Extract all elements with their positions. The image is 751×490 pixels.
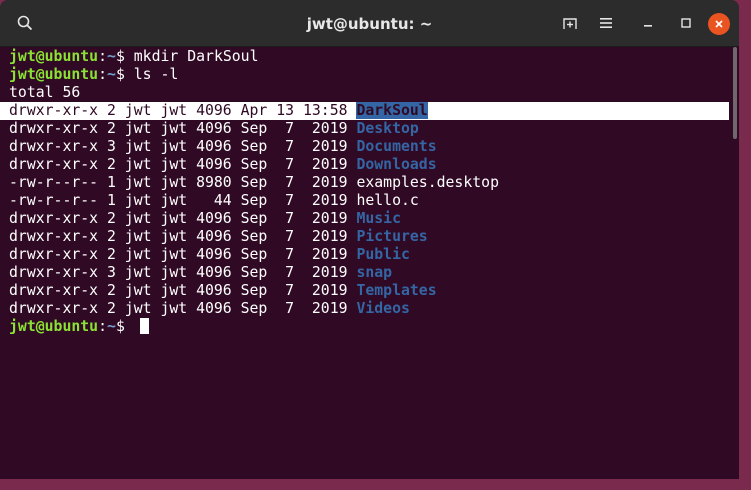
prompt-path: ~ bbox=[107, 66, 116, 83]
command-text: ls -l bbox=[133, 66, 179, 83]
prompt-separator: : bbox=[98, 48, 108, 65]
file-meta: drwxr-xr-x 2 jwt jwt 4096 Sep 7 2019 bbox=[9, 246, 357, 263]
text-cursor bbox=[139, 318, 149, 334]
file-meta: drwxr-xr-x 3 jwt jwt 4096 Sep 7 2019 bbox=[9, 264, 357, 281]
prompt-user: jwt@ubuntu bbox=[9, 318, 99, 335]
file-meta: drwxr-xr-x 2 jwt jwt 4096 Sep 7 2019 bbox=[9, 282, 357, 299]
listing-row[interactable]: -rw-r--r-- 1 jwt jwt 8980 Sep 7 2019 exa… bbox=[9, 174, 719, 192]
listing-row[interactable]: drwxr-xr-x 3 jwt jwt 4096 Sep 7 2019 Doc… bbox=[9, 138, 719, 156]
menu-button[interactable] bbox=[592, 9, 620, 37]
window-title: jwt@ubuntu: ~ bbox=[306, 15, 433, 33]
prompt-path: ~ bbox=[107, 48, 116, 65]
file-name: snap bbox=[356, 264, 393, 281]
file-name: Pictures bbox=[356, 228, 428, 245]
listing-row[interactable]: drwxr-xr-x 2 jwt jwt 4096 Sep 7 2019 Dow… bbox=[9, 156, 719, 174]
new-tab-icon bbox=[563, 18, 577, 29]
close-button[interactable] bbox=[708, 13, 730, 35]
listing-row[interactable]: drwxr-xr-x 2 jwt jwt 4096 Sep 7 2019 Des… bbox=[9, 120, 719, 138]
prompt-separator: : bbox=[98, 66, 108, 83]
listing-row[interactable]: drwxr-xr-x 3 jwt jwt 4096 Sep 7 2019 sna… bbox=[9, 264, 719, 282]
prompt-user: jwt@ubuntu bbox=[9, 66, 99, 83]
file-name: Documents bbox=[356, 138, 437, 155]
maximize-icon bbox=[681, 18, 691, 28]
listing-row[interactable]: drwxr-xr-x 2 jwt jwt 4096 Sep 7 2019 Pic… bbox=[9, 228, 719, 246]
terminal-output[interactable]: jwt@ubuntu:~$ mkdir DarkSoul jwt@ubuntu:… bbox=[0, 48, 729, 479]
terminal-window: jwt@ubuntu: ~ jwt@ubuntu:~$ mkdir DarkSo… bbox=[0, 0, 739, 479]
file-meta: drwxr-xr-x 2 jwt jwt 4096 Apr 13 13:58 bbox=[9, 102, 357, 119]
prompt-sign: $ bbox=[115, 66, 134, 83]
file-name: Videos bbox=[356, 300, 410, 317]
file-name: Desktop bbox=[356, 120, 419, 137]
file-name: Public bbox=[356, 246, 410, 263]
prompt-sign: $ bbox=[115, 48, 134, 65]
file-name: Templates bbox=[356, 282, 437, 299]
file-meta: drwxr-xr-x 2 jwt jwt 4096 Sep 7 2019 bbox=[9, 228, 357, 245]
file-meta: drwxr-xr-x 2 jwt jwt 4096 Sep 7 2019 bbox=[9, 210, 357, 227]
file-meta: drwxr-xr-x 2 jwt jwt 4096 Sep 7 2019 bbox=[9, 300, 357, 317]
title-bar: jwt@ubuntu: ~ bbox=[0, 0, 739, 47]
file-meta: -rw-r--r-- 1 jwt jwt 44 Sep 7 2019 bbox=[9, 192, 357, 209]
scrollbar[interactable] bbox=[731, 47, 739, 479]
file-name: hello.c bbox=[356, 192, 419, 209]
listing-row[interactable]: -rw-r--r-- 1 jwt jwt 44 Sep 7 2019 hello… bbox=[9, 192, 719, 210]
total-line: total 56 bbox=[9, 84, 81, 101]
prompt-line[interactable]: jwt@ubuntu:~$ bbox=[9, 318, 719, 336]
scrollbar-thumb[interactable] bbox=[733, 47, 737, 139]
prompt-user: jwt@ubuntu bbox=[9, 48, 99, 65]
prompt-separator: : bbox=[98, 318, 108, 335]
new-tab-button[interactable] bbox=[556, 9, 584, 37]
listing-row[interactable]: drwxr-xr-x 2 jwt jwt 4096 Sep 7 2019 Pub… bbox=[9, 246, 719, 264]
listing-row[interactable]: drwxr-xr-x 2 jwt jwt 4096 Sep 7 2019 Vid… bbox=[9, 300, 719, 318]
file-name: Downloads bbox=[356, 156, 437, 173]
minimize-button[interactable] bbox=[634, 9, 662, 37]
file-meta: -rw-r--r-- 1 jwt jwt 8980 Sep 7 2019 bbox=[9, 174, 357, 191]
file-name: Music bbox=[356, 210, 401, 227]
listing-row[interactable]: drwxr-xr-x 2 jwt jwt 4096 Sep 7 2019 Tem… bbox=[9, 282, 719, 300]
file-meta: drwxr-xr-x 2 jwt jwt 4096 Sep 7 2019 bbox=[9, 120, 357, 137]
command-text: mkdir DarkSoul bbox=[133, 48, 259, 65]
file-name: examples.desktop bbox=[356, 174, 499, 191]
listing-row[interactable]: drwxr-xr-x 2 jwt jwt 4096 Sep 7 2019 Mus… bbox=[9, 210, 719, 228]
prompt-line: jwt@ubuntu:~$ mkdir DarkSoul bbox=[9, 48, 719, 66]
file-meta: drwxr-xr-x 3 jwt jwt 4096 Sep 7 2019 bbox=[9, 138, 357, 155]
maximize-button[interactable] bbox=[672, 9, 700, 37]
close-icon bbox=[715, 20, 723, 28]
prompt-sign: $ bbox=[115, 318, 134, 335]
file-meta: drwxr-xr-x 2 jwt jwt 4096 Sep 7 2019 bbox=[9, 156, 357, 173]
menu-icon bbox=[600, 18, 612, 28]
file-name: DarkSoul bbox=[356, 102, 428, 119]
prompt-line: jwt@ubuntu:~$ ls -l bbox=[9, 66, 719, 84]
minimize-icon bbox=[644, 25, 652, 27]
listing-row[interactable]: drwxr-xr-x 2 jwt jwt 4096 Apr 13 13:58 D… bbox=[0, 102, 729, 120]
prompt-path: ~ bbox=[107, 318, 116, 335]
